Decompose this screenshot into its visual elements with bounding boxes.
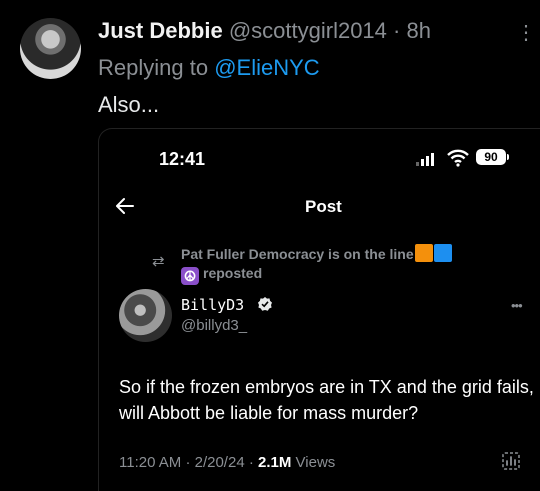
views-label: Views xyxy=(295,454,336,471)
analytics-icon[interactable] xyxy=(501,451,521,471)
battery-tip xyxy=(507,154,509,160)
repost-label: Pat Fuller Democracy is on the line ☮ rep… xyxy=(181,244,452,285)
signal-icon xyxy=(416,152,434,166)
battery-indicator: 90 xyxy=(476,149,506,165)
attached-screenshot[interactable]: 12:41 90 Post ⇄ Pat Fuller Democracy is … xyxy=(98,128,540,491)
orange-square-emoji xyxy=(414,244,433,262)
post-text: So if the frozen embryos are in TX and t… xyxy=(119,377,534,423)
meta-dot: · xyxy=(185,454,191,471)
replying-prefix: Replying to xyxy=(98,55,209,80)
tweet-header: Just Debbie @scottygirl2014 · 8h xyxy=(98,18,431,44)
post-date[interactable]: 2/20/24 xyxy=(195,454,245,471)
more-options-icon[interactable]: ••• xyxy=(511,298,523,313)
blue-square-emoji xyxy=(433,244,452,262)
avatar[interactable] xyxy=(119,289,172,342)
verified-badge-icon xyxy=(258,297,272,311)
author-handle[interactable]: @scottygirl2014 xyxy=(229,18,387,43)
more-options-icon[interactable]: ⋮ xyxy=(516,20,536,45)
author-handle[interactable]: @billyd3_ xyxy=(181,317,247,334)
avatar[interactable] xyxy=(20,18,81,79)
author-name[interactable]: BillyD3 xyxy=(181,296,244,314)
meta-dot: · xyxy=(248,454,254,471)
separator-dot: · xyxy=(393,18,401,43)
peace-symbol-emoji: ☮ xyxy=(181,267,199,285)
reposted-label: reposted xyxy=(203,265,263,281)
views-count: 2.1M xyxy=(258,454,292,471)
mention-link[interactable]: @ElieNYC xyxy=(214,55,319,80)
wifi-icon xyxy=(447,149,469,167)
arrow-left-icon[interactable] xyxy=(113,194,137,218)
nav-title: Post xyxy=(305,197,342,216)
tweet-text: Also... xyxy=(98,92,160,117)
repost-icon: ⇄ xyxy=(152,253,165,270)
reposter-name[interactable]: Pat Fuller Democracy is on the line xyxy=(181,246,414,262)
replying-to: Replying to @ElieNYC xyxy=(98,55,320,81)
timestamp[interactable]: 8h xyxy=(406,18,430,43)
post-meta: 11:20 AM · 2/20/24 · 2.1M Views xyxy=(119,454,335,471)
author-name[interactable]: Just Debbie xyxy=(98,18,223,43)
status-bar-time: 12:41 xyxy=(159,149,206,169)
post-time[interactable]: 11:20 AM xyxy=(119,454,181,471)
